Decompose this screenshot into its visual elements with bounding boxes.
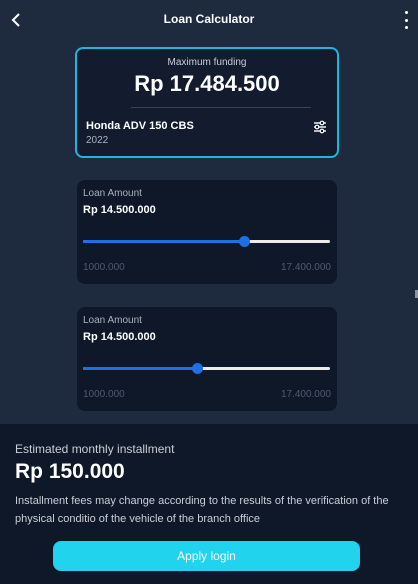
slider-min-label: 1000.000	[83, 262, 125, 273]
loan-amount-slider[interactable]	[83, 236, 330, 248]
page-title: Loan Calculator	[163, 12, 255, 26]
max-funding-label: Maximum funding	[167, 57, 247, 68]
slider-thumb[interactable]	[191, 363, 203, 374]
loan-amount-label: Loan Amount	[83, 188, 142, 199]
installment-value: Rp 150.000	[15, 460, 125, 483]
more-menu-button[interactable]	[400, 11, 412, 29]
slider-max-label: 17.400.000	[280, 389, 331, 400]
more-vertical-icon	[404, 11, 408, 14]
vehicle-name: Honda ADV 150 CBS	[86, 120, 194, 132]
slider-min-label: 1000.000	[83, 389, 125, 400]
loan-amount-label: Loan Amount	[83, 315, 142, 326]
vehicle-year: 2022	[86, 135, 109, 146]
slider-max-label: 17.400.000	[280, 262, 331, 273]
slider-fill	[83, 367, 197, 370]
loan-amount-card: Loan Amount Rp 14.500.000 1000.000 17.40…	[77, 180, 337, 284]
max-funding-value: Rp 17.484.500	[134, 71, 280, 96]
installment-label: Estimated monthly installment	[15, 442, 175, 456]
loan-amount-slider[interactable]	[83, 363, 330, 375]
loan-amount-card: Loan Amount Rp 14.500.000 1000.000 17.40…	[77, 307, 337, 411]
slider-thumb[interactable]	[238, 236, 250, 247]
max-funding-card: Maximum funding Rp 17.484.500 Honda ADV …	[75, 47, 339, 158]
app-header: Loan Calculator	[0, 0, 418, 40]
installment-panel: Estimated monthly installment Rp 150.000…	[0, 424, 418, 584]
sliders-icon[interactable]	[313, 120, 327, 134]
installment-note: Installment fees may change according to…	[15, 495, 389, 525]
loan-amount-value: Rp 14.500.000	[83, 204, 156, 216]
loan-amount-value: Rp 14.500.000	[83, 331, 156, 343]
slider-fill	[83, 240, 244, 243]
divider	[131, 107, 311, 108]
apply-login-button[interactable]: Apply login	[53, 541, 360, 571]
